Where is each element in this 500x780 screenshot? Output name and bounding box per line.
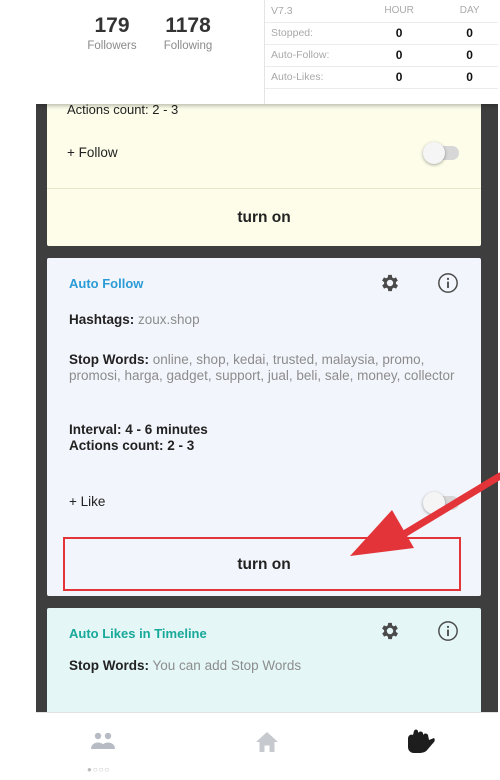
- stats-row-auto-likes: Auto-Likes: 0 0: [265, 66, 498, 89]
- stop-words-placeholder: You can add Stop Words: [152, 658, 302, 673]
- following-count: 1178: [165, 14, 211, 37]
- auto-follow-card: Auto Follow Hashtags: zoux.shop Stop Wor…: [47, 258, 481, 596]
- hour-column-header: HOUR: [357, 0, 442, 23]
- bottom-navigation: ●○○○: [36, 712, 498, 780]
- card-title: Auto Likes in Timeline: [69, 626, 207, 641]
- follow-toggle-label: + Follow: [67, 145, 118, 160]
- stats-hour-value: 0: [357, 22, 442, 45]
- stats-row-auto-follow: Auto-Follow: 0 0: [265, 44, 498, 67]
- stats-header: 179 Followers 1178 Following V7.3 HOUR D…: [36, 0, 498, 104]
- people-icon[interactable]: [90, 729, 116, 755]
- turn-on-button[interactable]: turn on: [47, 188, 481, 246]
- gear-icon[interactable]: [379, 272, 401, 294]
- hashtags-row: Hashtags: zoux.shop: [69, 312, 469, 328]
- stop-words-row: Stop Words: online, shop, kedai, trusted…: [69, 352, 469, 384]
- hashtags-label: Hashtags:: [69, 312, 135, 327]
- page-margin: [0, 0, 36, 780]
- followers-count: 179: [94, 14, 130, 37]
- interval-text: Interval: 4 - 6 minutes: [69, 422, 208, 437]
- version-label: V7.3: [265, 0, 357, 23]
- like-toggle[interactable]: [423, 492, 459, 514]
- following-label: Following: [163, 40, 213, 52]
- following-counter[interactable]: 1178 Following: [148, 14, 228, 52]
- actions-count-text: Actions count: 2 - 3: [69, 438, 195, 453]
- info-icon[interactable]: [437, 620, 459, 642]
- stats-day-value: 0: [441, 22, 498, 45]
- stop-words-row[interactable]: Stop Words: You can add Stop Words: [69, 658, 469, 674]
- hashtags-value: zoux.shop: [138, 312, 200, 327]
- auto-likes-card: Auto Likes in Timeline Stop Words: You c…: [47, 608, 481, 718]
- day-column-header: DAY: [441, 0, 498, 23]
- page-indicator: ●○○○: [87, 765, 111, 774]
- home-icon[interactable]: [254, 729, 280, 755]
- stats-day-value: 0: [441, 66, 498, 89]
- actions-count-text: Actions count: 2 - 3: [67, 102, 179, 117]
- stats-row-label: Auto-Likes:: [265, 66, 357, 89]
- stats-hour-value: 0: [357, 44, 442, 67]
- annotation-highlight-box: [63, 537, 461, 591]
- stats-row-label: Auto-Follow:: [265, 44, 357, 67]
- stats-hour-value: 0: [357, 66, 442, 89]
- stop-words-label: Stop Words:: [69, 352, 149, 367]
- followers-label: Followers: [87, 40, 137, 52]
- stats-row-label: Stopped:: [265, 22, 357, 45]
- phone-screen: 179 Followers 1178 Following V7.3 HOUR D…: [36, 0, 498, 780]
- follow-task-card: Actions count: 2 - 3 + Follow turn on: [47, 80, 481, 246]
- follow-toggle[interactable]: [423, 142, 459, 164]
- hand-icon[interactable]: [402, 727, 436, 757]
- toggle-knob: [423, 492, 445, 514]
- info-icon[interactable]: [437, 272, 459, 294]
- stop-words-label: Stop Words:: [69, 658, 149, 673]
- followers-counter[interactable]: 179 Followers: [72, 14, 152, 52]
- stats-day-value: 0: [441, 44, 498, 67]
- like-toggle-label: + Like: [69, 494, 106, 509]
- activity-stats-table: V7.3 HOUR DAY Stopped: 0 0 Auto-Follow: …: [264, 0, 498, 104]
- toggle-knob: [423, 142, 445, 164]
- gear-icon[interactable]: [379, 620, 401, 642]
- stats-row-stopped: Stopped: 0 0: [265, 22, 498, 45]
- card-title: Auto Follow: [69, 276, 144, 291]
